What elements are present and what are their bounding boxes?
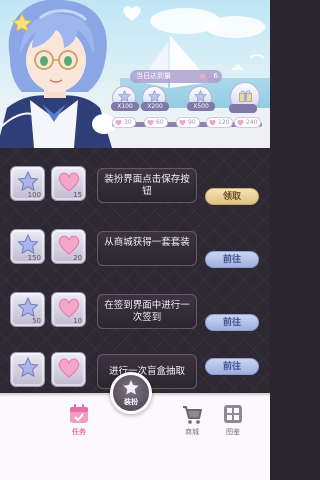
reward-label: X100 — [111, 102, 139, 111]
star-icon — [123, 380, 139, 395]
daily-progress: 当日达到量 6 X100 X200 X500 30 60 90 120 240 — [110, 70, 270, 140]
reward-label: X200 — [141, 102, 169, 111]
item-quantity: 10 — [73, 317, 82, 325]
heart-icon — [199, 73, 206, 80]
calendar-check-icon — [70, 404, 88, 423]
task-description: 在签到界面中进行一次签到 — [97, 294, 197, 329]
progress-milestone: 30 — [112, 117, 136, 128]
task-description: 装扮界面点击保存按钮 — [97, 168, 197, 203]
nav-album[interactable]: 图鉴 — [216, 403, 250, 443]
gallery-grid-icon — [224, 405, 242, 423]
today-label: 当日达到量 — [136, 72, 171, 80]
reward-item-star[interactable]: 50 — [10, 292, 45, 327]
heart-icon — [123, 5, 141, 22]
reward-label — [229, 104, 257, 113]
progress-milestone: 90 — [176, 117, 200, 128]
heart-icon — [58, 235, 80, 255]
character-portrait — [0, 0, 116, 148]
item-quantity: 100 — [27, 191, 41, 199]
star-icon — [17, 234, 39, 255]
cart-icon — [183, 406, 202, 424]
heart-icon — [179, 119, 186, 126]
reward-chest-1[interactable]: X100 — [111, 86, 139, 111]
item-quantity: 20 — [73, 254, 82, 262]
progress-milestone: 120 — [206, 117, 234, 128]
nav-tasks[interactable]: 任务 — [62, 403, 96, 443]
task-description: 从商城获得一套套装 — [97, 231, 197, 266]
progress-milestone: 60 — [144, 117, 168, 128]
item-quantity: 150 — [27, 254, 41, 262]
go-button[interactable]: 前往 — [205, 358, 259, 375]
reward-chest-4[interactable] — [229, 82, 260, 113]
nav-label: 装扮 — [124, 398, 138, 406]
reward-item-star[interactable] — [10, 352, 45, 387]
reward-item-heart[interactable]: 15 — [51, 166, 86, 201]
nav-label: 任务 — [72, 428, 86, 436]
item-quantity: 15 — [73, 191, 82, 199]
go-button[interactable]: 前往 — [205, 314, 259, 331]
reward-chest-3[interactable]: X500 — [187, 86, 215, 111]
nav-label: 图鉴 — [226, 428, 240, 436]
reward-item-heart[interactable] — [51, 352, 86, 387]
reward-item-heart[interactable]: 10 — [51, 292, 86, 327]
heart-icon — [58, 298, 80, 318]
reward-item-star[interactable]: 100 — [10, 166, 45, 201]
nav-label: 商城 — [185, 428, 199, 436]
heart-icon — [58, 172, 80, 192]
progress-milestone: 240 — [234, 117, 262, 128]
star-icon — [17, 357, 39, 378]
star-icon — [17, 171, 39, 192]
task-row: 100 15 装扮界面点击保存按钮 领取 — [0, 164, 270, 236]
task-row: 150 20 从商城获得一套套装 前往 — [0, 227, 270, 299]
reward-chest-2[interactable]: X200 — [141, 86, 169, 111]
today-amount-pill: 当日达到量 6 — [130, 70, 222, 83]
item-quantity: 50 — [32, 317, 41, 325]
heart-icon — [237, 119, 244, 126]
heart-icon — [115, 119, 122, 126]
star-icon — [17, 297, 39, 318]
go-button[interactable]: 前往 — [205, 251, 259, 268]
nav-shop[interactable]: 商城 — [175, 403, 209, 443]
reward-item-star[interactable]: 150 — [10, 229, 45, 264]
heart-icon — [147, 119, 154, 126]
today-value: 6 — [213, 72, 218, 80]
gift-icon — [239, 90, 252, 102]
reward-label: X500 — [187, 102, 215, 111]
top-banner: 当日达到量 6 X100 X200 X500 30 60 90 120 240 — [0, 0, 270, 148]
task-list[interactable]: 100 15 装扮界面点击保存按钮 领取 150 20 从商城获得一套套装 前往… — [0, 148, 270, 393]
nav-dress-up[interactable]: 装扮 — [110, 372, 152, 414]
heart-icon — [209, 119, 216, 126]
claim-button[interactable]: 领取 — [205, 188, 259, 205]
heart-icon — [58, 358, 80, 378]
reward-item-heart[interactable]: 20 — [51, 229, 86, 264]
